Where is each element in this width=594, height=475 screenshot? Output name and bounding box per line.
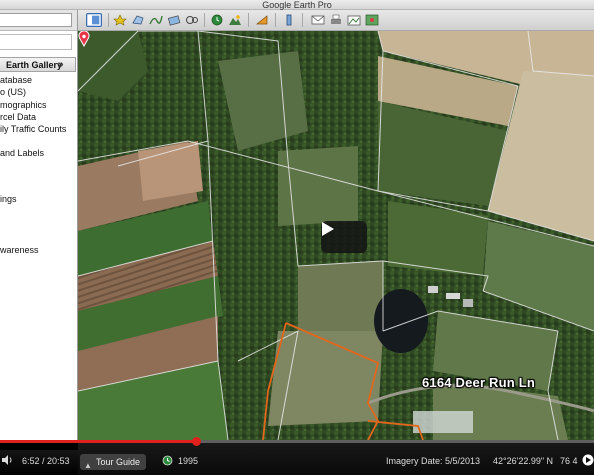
layer-item[interactable]: o (US) <box>0 87 26 98</box>
image-overlay-icon[interactable] <box>166 13 182 27</box>
layer-item[interactable]: rcel Data <box>0 112 36 123</box>
sidebar-toggle-icon[interactable] <box>86 13 102 27</box>
search-results-field[interactable] <box>0 34 72 50</box>
layer-item[interactable]: mographics <box>0 100 47 111</box>
save-image-icon[interactable] <box>346 13 362 27</box>
window-title-bar: Google Earth Pro <box>0 0 594 10</box>
layer-item[interactable]: ily Traffic Counts <box>0 124 66 135</box>
search-input[interactable] <box>0 13 72 27</box>
layers-header: Earth Gallery » <box>0 57 76 72</box>
tour-record-icon[interactable] <box>184 13 200 27</box>
print-icon[interactable] <box>328 13 344 27</box>
sunlight-icon[interactable] <box>227 13 243 27</box>
placemark-label[interactable]: 6164 Deer Run Ln <box>422 375 535 390</box>
path-icon[interactable] <box>148 13 164 27</box>
window-title: Google Earth Pro <box>262 0 332 10</box>
planets-icon[interactable] <box>254 13 270 27</box>
play-icon <box>322 222 334 236</box>
email-icon[interactable] <box>310 13 326 27</box>
toolbar <box>78 10 594 31</box>
polygon-icon[interactable] <box>130 13 146 27</box>
skip-forward-icon[interactable] <box>582 454 594 466</box>
sidebar: Earth Gallery » atabase o (US) mographic… <box>0 10 78 440</box>
historical-imagery-icon[interactable] <box>209 13 225 27</box>
layer-item[interactable]: atabase <box>0 75 32 86</box>
expand-arrow-icon[interactable]: » <box>58 58 64 72</box>
placemark-pin-icon[interactable] <box>78 31 90 47</box>
earth-gallery-button[interactable]: Earth Gallery <box>6 59 62 71</box>
layer-item[interactable]: and Labels <box>0 148 44 159</box>
search-panel <box>0 10 77 31</box>
placemark-icon[interactable] <box>112 13 128 27</box>
ruler-icon[interactable] <box>281 13 297 27</box>
video-scrubber-handle[interactable] <box>192 437 202 446</box>
maps-icon[interactable] <box>364 13 380 27</box>
video-player-bar: 6:52 / 20:53 <box>0 437 594 475</box>
layer-item[interactable]: wareness <box>0 245 39 256</box>
video-progress-fill <box>0 440 197 443</box>
video-progress-track[interactable] <box>0 437 594 446</box>
map-view[interactable]: 6164 Deer Run Ln <box>78 31 594 440</box>
video-play-button[interactable] <box>321 221 367 253</box>
layer-item[interactable]: ings <box>0 194 17 205</box>
volume-icon[interactable] <box>1 454 13 466</box>
video-time: 6:52 / 20:53 <box>22 456 70 466</box>
